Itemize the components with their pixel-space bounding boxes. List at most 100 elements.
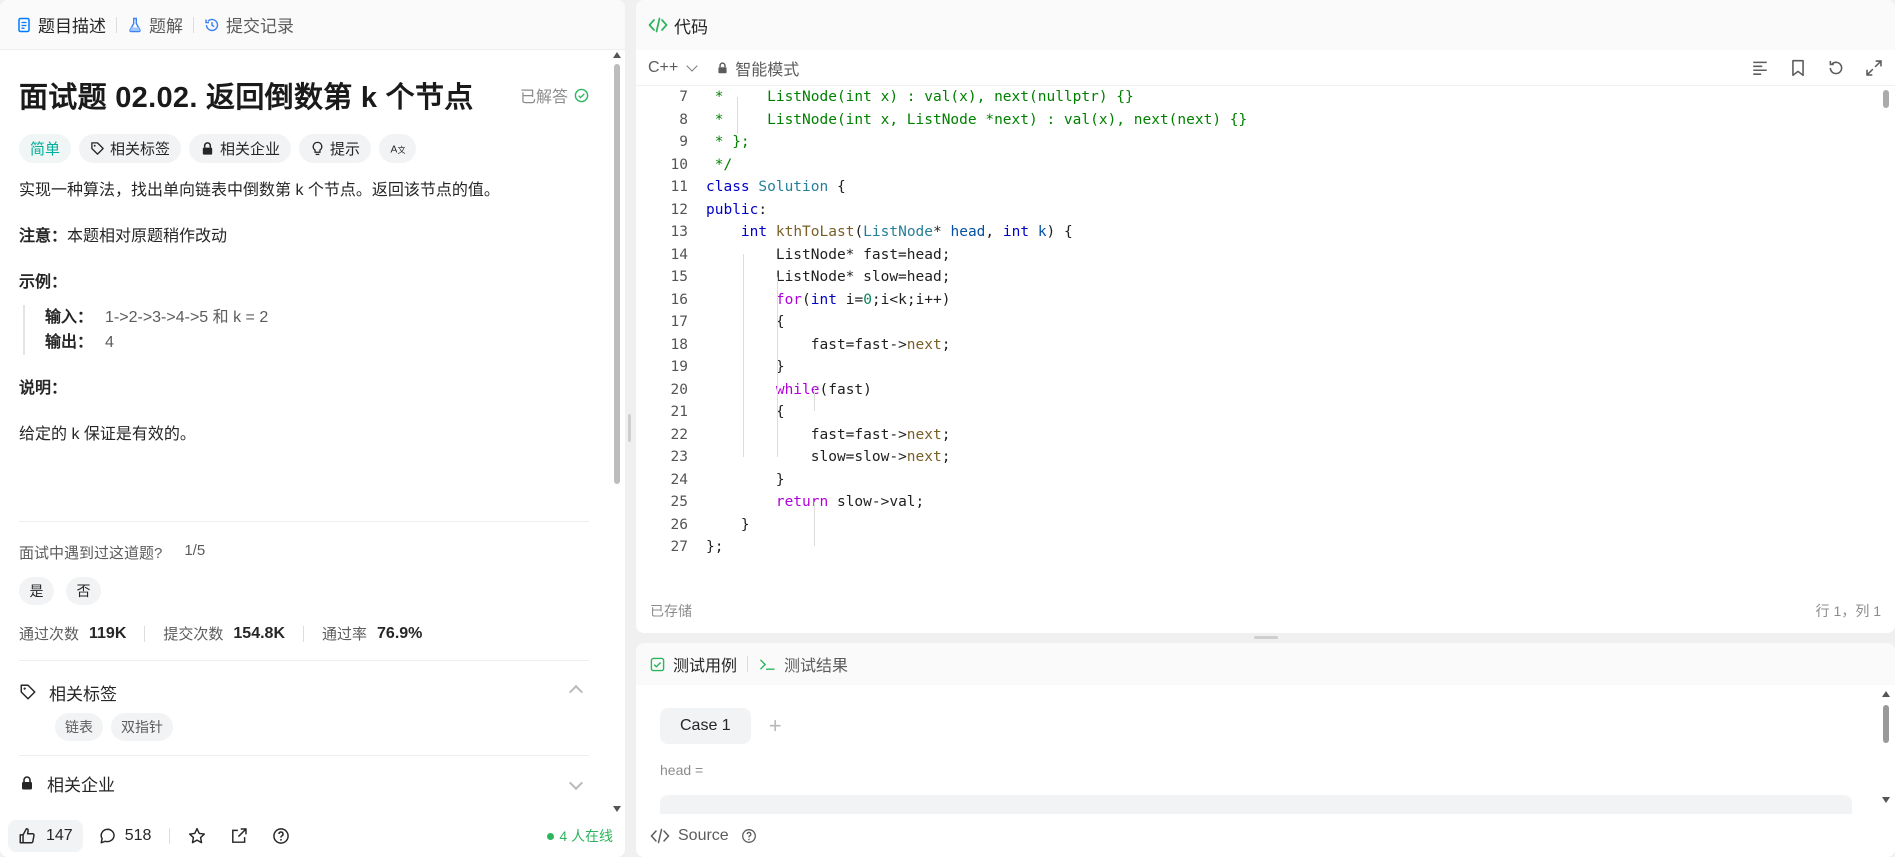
related-tags-header[interactable]: 相关标签 [19,675,589,709]
vertical-splitter-handle[interactable] [628,414,631,442]
check-circle-icon [574,88,589,102]
tab-submissions[interactable]: 提交记录 [204,12,294,37]
tab-divider [116,16,117,33]
tab-testcases-label: 测试用例 [673,658,738,675]
line-number: 22 [670,426,688,443]
left-tabbar: 题目描述 题解 提交记录 [0,0,625,50]
code-line: 22 fast=fast->next; [636,424,1895,447]
code-punct: : [758,201,768,218]
related-companies-title: 相关企业 [47,775,115,795]
code-text: fast=fast->next; [688,424,951,447]
code-text: int kthToLast(ListNode* head, int k) { [740,224,1073,240]
problem-title: 面试题 02.02. 返回倒数第 k 个节点 [19,82,474,114]
indent-guide [737,97,738,134]
add-case-button[interactable]: + [769,713,782,739]
testcase-footer: Source [636,814,1895,857]
cursor-position: 行 1，列 1 [1815,603,1881,619]
problem-scrollbar[interactable] [613,52,621,812]
svg-text:文: 文 [398,145,406,155]
scroll-up-arrow[interactable] [613,52,621,58]
scrollbar-thumb[interactable] [614,64,620,484]
yes-button[interactable]: 是 [19,577,54,605]
tag-two-pointers[interactable]: 双指针 [111,713,173,741]
case-1-tab[interactable]: Case 1 [660,708,751,744]
line-number: 26 [670,516,688,533]
testcase-scrollbar[interactable] [1882,691,1890,803]
code-editor[interactable]: 7 * ListNode(int x) : val(x), next(nullp… [636,86,1895,586]
code-line: 18 fast=fast->next; [636,334,1895,357]
code-line: 8 * ListNode(int x, ListNode *next) : va… [636,109,1895,132]
translate-icon: A文 [391,144,406,155]
example-output-label: 输出： [45,334,94,351]
tab-testcases[interactable]: 测试用例 [650,652,737,676]
line-number: 18 [670,336,688,353]
source-toggle[interactable]: Source [678,827,729,845]
example-input-line: 输入： 1->2->3->4->5 和 k = 2 [45,305,589,330]
help-button[interactable] [272,827,298,845]
note-label: 注意： [19,228,68,245]
keyword: int [1002,224,1030,240]
code-line: 24 } [636,469,1895,492]
companies-chip[interactable]: 相关企业 [189,134,292,163]
code-punct: ; [941,336,951,353]
statement: slow->val; [828,494,925,510]
stats-divider [144,625,146,642]
tag-linked-list[interactable]: 链表 [55,713,103,741]
case-row: Case 1 + [660,708,1895,744]
code-line: 13 int kthToLast(ListNode* head, int k) … [636,221,1895,244]
problem-tags-row: 简单 相关标签 相关企业 提示 A文 [19,134,589,163]
scroll-down-arrow[interactable] [613,806,621,812]
editor-scrollbar-thumb[interactable] [1883,90,1889,108]
scroll-down-arrow[interactable] [1882,797,1890,803]
question-circle-icon[interactable] [741,828,757,844]
tab-description[interactable]: 题目描述 [16,12,106,37]
code-text: * ListNode(int x) : val(x), next(nullptr… [706,89,1134,105]
expand-icon[interactable] [1865,59,1883,77]
lock-icon [202,142,213,155]
tab-submissions-label: 提交记录 [226,17,294,36]
external-link-icon [232,828,248,843]
topics-chip[interactable]: 相关标签 [79,134,182,163]
scrollbar-thumb[interactable] [1883,705,1889,743]
solved-label: 已解答 [519,89,568,106]
section-divider [19,521,589,522]
like-button[interactable]: 147 [8,820,83,852]
tab-test-results[interactable]: 测试结果 [758,652,848,676]
checkbox-icon [650,657,665,671]
explain-text: 给定的 k 保证是有效的。 [19,426,196,443]
related-companies-header[interactable]: 相关企业 [19,766,589,800]
scroll-up-arrow[interactable] [1882,691,1890,697]
no-button[interactable]: 否 [66,577,101,605]
favorite-button[interactable] [188,827,214,845]
tab-description-label: 题目描述 [38,17,106,36]
hint-chip[interactable]: 提示 [299,134,372,163]
bookmark-icon[interactable] [1789,59,1807,77]
bottom-divider [169,828,171,844]
related-tags-list: 链表 双指针 [55,713,589,741]
member-name: next [906,449,942,465]
indent-guide [777,277,778,457]
tag-icon [91,142,104,155]
code-line: 7 * ListNode(int x) : val(x), next(nullp… [636,86,1895,109]
line-number: 27 [670,539,688,555]
tab-solutions[interactable]: 题解 [127,12,183,37]
question-circle-icon [273,828,290,844]
reset-icon[interactable] [1827,59,1845,77]
comments-button[interactable]: 518 [99,827,151,845]
thumbs-up-icon [19,827,35,844]
problem-content: 面试题 02.02. 返回倒数第 k 个节点 已解答 简单 相关标签 相关企业 … [0,50,608,810]
smart-mode-toggle[interactable]: 智能模式 [716,56,799,80]
tab-test-results-label: 测试结果 [784,658,849,675]
horizontal-splitter-handle[interactable] [1254,636,1278,639]
format-icon[interactable] [1751,59,1769,77]
code-status-bar: 已存储 行 1，列 1 [650,601,1881,621]
lightbulb-icon [312,141,323,156]
problem-panel: 题目描述 题解 提交记录 面试题 02.02. 返回倒数第 k 个节点 已解答 … [0,0,625,857]
line-number: 20 [670,381,688,398]
share-button[interactable] [230,827,256,845]
translate-chip[interactable]: A文 [379,134,417,163]
history-icon [205,18,219,31]
language-select[interactable]: C++ [648,59,698,77]
code-punct: }; [706,539,724,555]
saved-status: 已存储 [650,603,692,619]
